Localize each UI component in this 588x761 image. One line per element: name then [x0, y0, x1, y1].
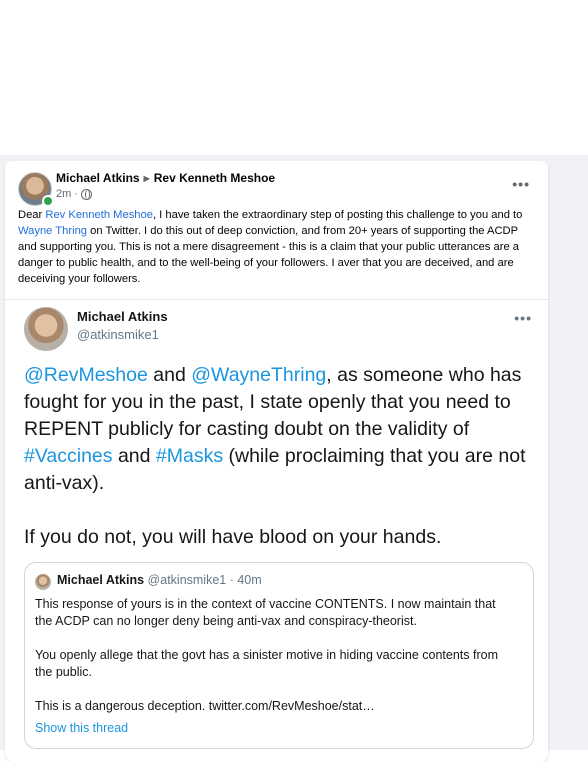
quoted-paragraph: This response of yours is in the context… [35, 597, 496, 628]
tweet-screenshot[interactable]: Michael Atkins @atkinsmike1 ••• @RevMesh… [5, 299, 548, 761]
caret-right-icon: ▶ [143, 173, 150, 183]
more-options-icon[interactable]: ••• [512, 176, 530, 192]
online-status-indicator [42, 195, 54, 207]
post-text-segment: on Twitter. I do this out of deep convic… [18, 225, 520, 285]
author-name-link[interactable]: Michael Atkins [56, 171, 140, 185]
quoted-tweet-header: Michael Atkins @atkinsmike1 · 40m [57, 573, 262, 587]
tweet-author-avatar [24, 307, 68, 351]
quoted-author-name: Michael Atkins [57, 573, 145, 587]
tweet-hashtag: #Vaccines [24, 445, 113, 467]
tweet-more-icon: ••• [514, 310, 532, 326]
meta-separator: · [74, 188, 78, 200]
mention-link-kenneth-meshoe[interactable]: Rev Kenneth Meshoe [45, 209, 153, 221]
quoted-author-avatar [35, 574, 51, 590]
recipient-name-link[interactable]: Rev Kenneth Meshoe [154, 171, 275, 185]
quoted-tweet: Michael Atkins @atkinsmike1 · 40m This r… [24, 562, 534, 749]
post-timestamp[interactable]: 2m [56, 188, 71, 200]
show-thread-link: Show this thread [35, 721, 129, 735]
quoted-author-handle: @atkinsmike1 [147, 573, 227, 587]
globe-icon[interactable] [80, 188, 92, 200]
tweet-text-segment: and [147, 364, 192, 386]
quoted-paragraph: This is a dangerous deception. twitter.c… [35, 699, 375, 713]
post-text-segment: Dear [18, 209, 46, 221]
tweet-mention: @WayneThring [191, 364, 327, 386]
tweet-author-name: Michael Atkins [77, 309, 168, 324]
mention-link-wayne-thring[interactable]: Wayne Thring [18, 225, 87, 237]
tweet-hashtag: #Masks [155, 445, 224, 467]
post-meta: 2m · [56, 188, 92, 200]
post-body: Dear Rev Kenneth Meshoe, I have taken th… [18, 207, 536, 287]
tweet-author-handle: @atkinsmike1 [77, 327, 159, 342]
tweet-second-paragraph: If you do not, you will have blood on yo… [24, 526, 442, 548]
tweet-text: @RevMeshoe and @WayneThring, as someone … [24, 362, 529, 551]
post-header: Michael Atkins ▶ Rev Kenneth Meshoe [56, 171, 275, 185]
post-text-segment: , I have taken the extraordinary step of… [152, 209, 523, 221]
tweet-mention: @RevMeshoe [24, 364, 148, 386]
quoted-tweet-time: · 40m [226, 573, 262, 587]
facebook-post: Michael Atkins ▶ Rev Kenneth Meshoe 2m ·… [5, 161, 548, 761]
quoted-tweet-text: This response of yours is in the context… [35, 596, 515, 715]
tweet-text-segment: and [112, 445, 156, 467]
quoted-paragraph: You openly allege that the govt has a si… [35, 648, 499, 679]
